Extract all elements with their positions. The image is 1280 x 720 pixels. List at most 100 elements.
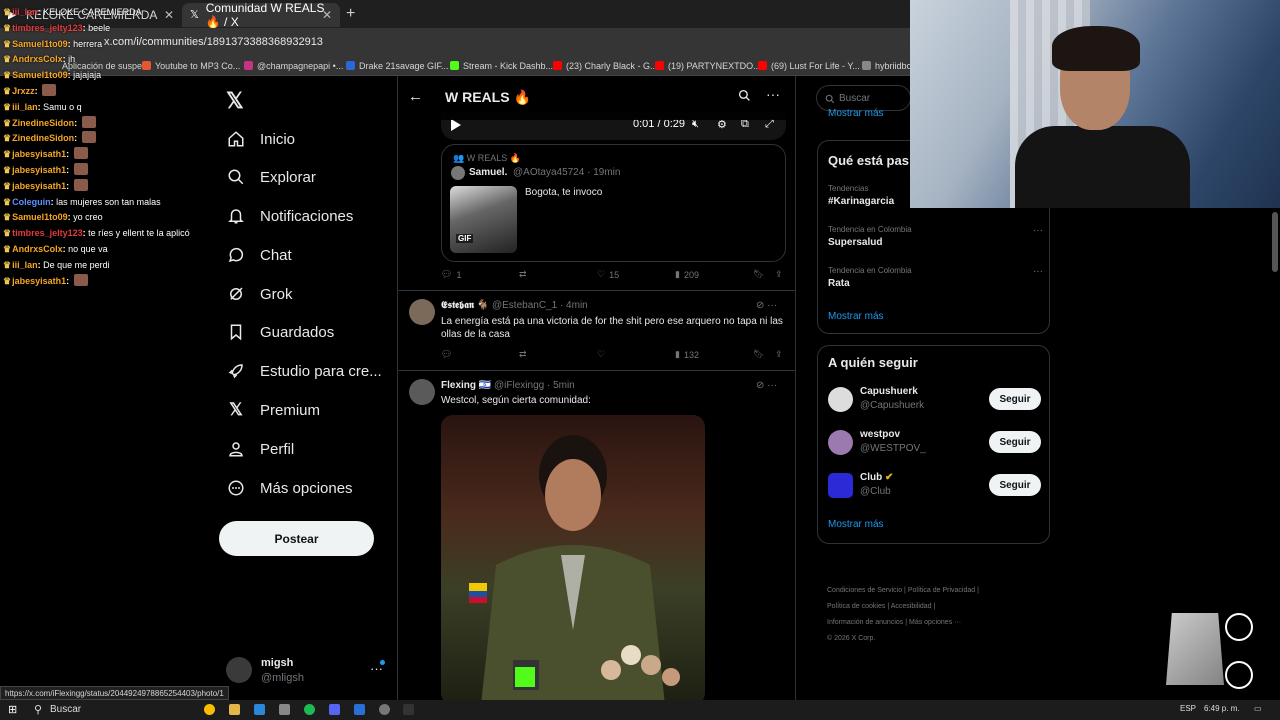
- grok-icon[interactable]: ⊘: [756, 380, 764, 391]
- show-more-link[interactable]: Mostrar más: [828, 519, 884, 530]
- follow-suggestion[interactable]: Capushuerk @Capushuerk Seguir: [828, 385, 1041, 415]
- bookmark-item[interactable]: Stream - Kick Dashb...: [450, 61, 553, 71]
- chrome-icon[interactable]: [204, 704, 215, 715]
- chat-emote-icon: [81, 131, 96, 144]
- crown-badge-icon: ♛: [3, 164, 12, 175]
- nav-creator-studio[interactable]: Estudio para cre...: [226, 357, 382, 385]
- footer-link[interactable]: Accesibilidad: [891, 603, 932, 610]
- more-icon[interactable]: ···: [767, 380, 777, 391]
- grok-icon[interactable]: ⊘: [756, 300, 764, 311]
- trend-item[interactable]: Tendencia en Colombia Supersalud ···: [828, 225, 1043, 248]
- footer-link[interactable]: Más opciones ···: [909, 619, 961, 626]
- app-icon[interactable]: [279, 704, 290, 715]
- footer-link[interactable]: Política de cookies: [827, 603, 885, 610]
- windows-start-icon[interactable]: ⊞: [8, 703, 17, 716]
- nav-label: Perfil: [260, 440, 295, 458]
- x-logo-icon[interactable]: 𝕏: [226, 88, 244, 114]
- nav-chat[interactable]: Chat: [226, 241, 292, 269]
- nav-grok[interactable]: Grok: [226, 280, 293, 308]
- views-button[interactable]: ▮ 209: [675, 269, 699, 280]
- search-icon[interactable]: [738, 89, 751, 107]
- scrollbar[interactable]: [1272, 212, 1278, 272]
- bookmark-button[interactable]: 🔖︎: [753, 269, 764, 280]
- show-more-link[interactable]: Mostrar más: [828, 108, 884, 119]
- reply-button[interactable]: 💬︎ 1: [441, 269, 461, 280]
- nav-explore[interactable]: Explorar: [226, 163, 316, 191]
- share-button[interactable]: ⇪: [775, 349, 783, 360]
- spotify-icon[interactable]: [304, 704, 315, 715]
- chat-username: ZinedineSidon: [12, 133, 75, 144]
- more-icon[interactable]: ···: [767, 300, 777, 311]
- back-arrow-icon[interactable]: ←: [408, 88, 423, 105]
- footer-link[interactable]: Política de Privacidad: [908, 587, 975, 594]
- trend-item[interactable]: Tendencia en Colombia Rata ···: [828, 266, 1043, 289]
- avatar[interactable]: [409, 299, 435, 325]
- bookmark-item[interactable]: (69) Lust For Life - Y...: [758, 61, 860, 71]
- follow-button[interactable]: Seguir: [989, 474, 1041, 496]
- explorer-icon[interactable]: [229, 704, 240, 715]
- nav-notifications[interactable]: Notificaciones: [226, 202, 353, 230]
- nav-home[interactable]: Inicio: [226, 125, 295, 153]
- chat-text: Samu o q: [43, 101, 82, 112]
- nav-premium[interactable]: 𝕏 Premium: [226, 396, 320, 424]
- repost-button[interactable]: ⇄: [519, 269, 527, 280]
- post-author-name[interactable]: Flexing 🇮🇱: [441, 380, 491, 391]
- follow-button[interactable]: Seguir: [989, 388, 1041, 410]
- close-tab-icon[interactable]: ✕: [322, 8, 332, 22]
- clock[interactable]: 6:49 p. m.: [1204, 704, 1240, 713]
- messages-fab-icon[interactable]: [1225, 661, 1253, 689]
- like-button[interactable]: ♡: [597, 349, 605, 360]
- avatar[interactable]: [409, 379, 435, 405]
- bookmark-item[interactable]: (23) Charly Black - G...: [553, 61, 658, 71]
- rocket-icon: [226, 361, 246, 381]
- follow-button[interactable]: Seguir: [989, 431, 1041, 453]
- bookmark-button[interactable]: 🔖︎: [753, 349, 764, 360]
- grok-icon: [226, 284, 246, 304]
- play-icon[interactable]: [451, 119, 461, 131]
- taskbar-search[interactable]: ⚲ Buscar: [28, 703, 156, 717]
- crown-badge-icon: ♛: [3, 85, 12, 96]
- follow-suggestion[interactable]: Club ✔ @Club Seguir: [828, 471, 1041, 501]
- chat-message: ♛Samuel1to09: herrera: [3, 38, 103, 49]
- chat-text: las mujeres son tan malas: [56, 196, 161, 207]
- more-icon[interactable]: ···: [1033, 266, 1043, 277]
- more-icon[interactable]: ···: [1033, 225, 1043, 236]
- post-button[interactable]: Postear: [219, 521, 374, 556]
- nav-profile[interactable]: Perfil: [226, 435, 294, 463]
- nav-bookmarks[interactable]: Guardados: [226, 318, 334, 346]
- notification-icon[interactable]: ▭: [1254, 704, 1262, 713]
- obs-icon[interactable]: [379, 704, 390, 715]
- post-meta: @iFlexingg · 5min: [494, 380, 575, 391]
- language-indicator[interactable]: ESP: [1180, 704, 1196, 713]
- footer-link[interactable]: Condiciones de Servicio: [827, 587, 902, 594]
- discord-icon[interactable]: [329, 704, 340, 715]
- more-icon[interactable]: ···: [766, 86, 780, 102]
- reply-button[interactable]: 💬︎: [441, 349, 452, 360]
- show-more-link[interactable]: Mostrar más: [828, 311, 884, 322]
- follow-suggestion[interactable]: westpov @WESTPOV_ Seguir: [828, 428, 1041, 458]
- bookmark-item[interactable]: Drake 21savage GIF...: [346, 61, 449, 71]
- post-author-name[interactable]: 𝕰𝖘𝖙𝖊𝖇𝖆𝖓 🐐: [441, 300, 489, 311]
- like-button[interactable]: ♡ 15: [597, 269, 619, 280]
- grok-fab-icon[interactable]: [1225, 613, 1253, 641]
- chat-username: AndrxsColx: [12, 54, 63, 65]
- share-button[interactable]: ⇪: [775, 269, 783, 280]
- nav-more-options[interactable]: Más opciones: [226, 474, 353, 502]
- terminal-icon[interactable]: [403, 704, 414, 715]
- chat-text: De que me perdi: [43, 259, 110, 270]
- store-icon[interactable]: [254, 704, 265, 715]
- account-switcher[interactable]: migsh @mligsh ···: [226, 655, 391, 689]
- app-icon[interactable]: [354, 704, 365, 715]
- views-button[interactable]: ▮ 132: [675, 349, 699, 360]
- bookmark-item[interactable]: @champagnepapi •...: [244, 61, 343, 71]
- bookmark-item[interactable]: hybriidbo: [862, 61, 912, 71]
- chat-message: ♛iii_lan: De que me perdi: [3, 259, 110, 270]
- post-photo[interactable]: [441, 415, 705, 700]
- quoted-post[interactable]: 👥 W REALS 🔥 Samuel. @AOtaya45724 · 19min…: [441, 144, 786, 262]
- footer-link[interactable]: Información de anuncios: [827, 619, 903, 626]
- post-meta: @EstebanC_1 · 4min: [491, 300, 588, 311]
- suggestion-handle: @Club: [860, 486, 891, 497]
- bookmark-item[interactable]: (19) PARTYNEXTDO...: [655, 61, 761, 71]
- repost-button[interactable]: ⇄: [519, 349, 527, 360]
- new-tab-icon[interactable]: +: [346, 5, 355, 23]
